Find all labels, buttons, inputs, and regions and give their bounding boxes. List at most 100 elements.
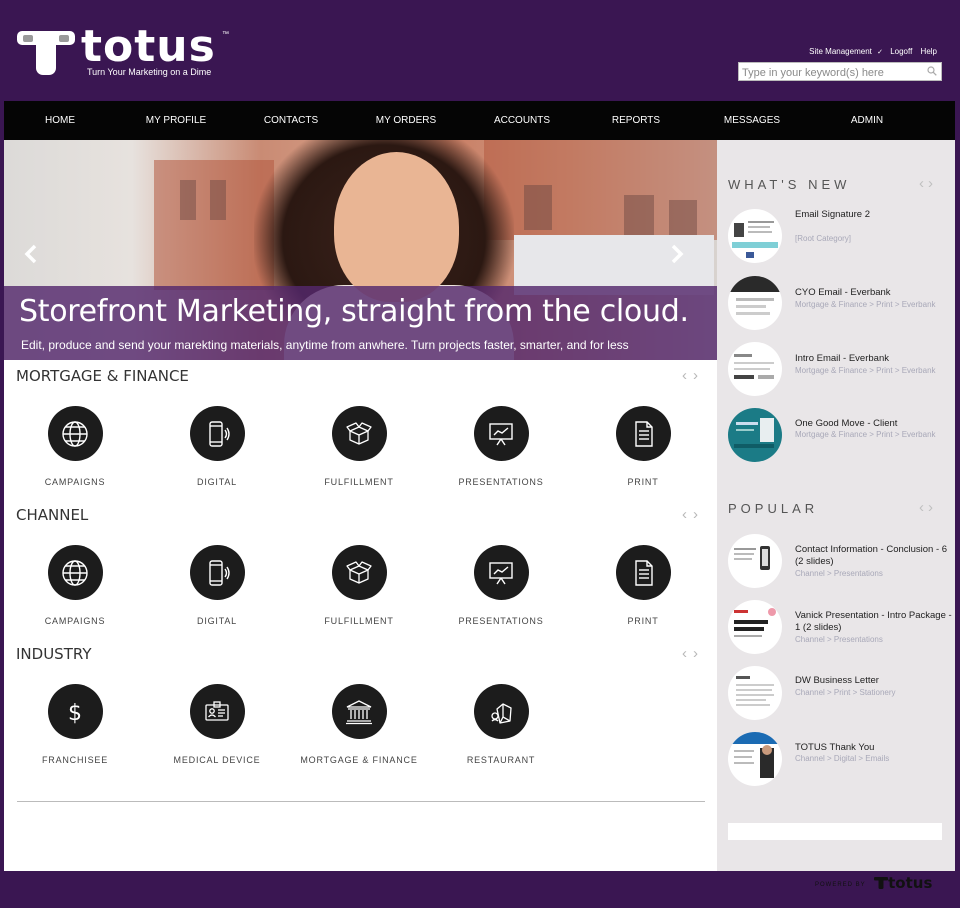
site-management-link[interactable]: Site Management (809, 47, 872, 56)
item-category-path: Channel > Presentations (795, 635, 883, 644)
chevron-right-icon[interactable]: › (693, 367, 698, 384)
chevron-left-icon[interactable]: ‹ (682, 367, 687, 384)
box-icon (331, 545, 387, 600)
chevron-right-icon[interactable]: › (693, 506, 698, 523)
chevron-right-icon[interactable]: › (928, 499, 933, 516)
chevron-left-icon[interactable]: ‹ (682, 645, 687, 662)
totus-logo[interactable]: totus ™ Turn Your Marketing on a Dime (17, 21, 237, 79)
nav-my-profile[interactable]: MY PROFILE (136, 101, 216, 140)
item-category-path: Mortgage & Finance > Print > Everbank (795, 366, 936, 375)
item-name: Intro Email - Everbank (795, 353, 889, 364)
category-tile[interactable]: $ FRANCHISEE (15, 684, 135, 765)
search-icon[interactable] (927, 66, 937, 76)
hero-window (524, 185, 552, 230)
id-card-icon (189, 684, 245, 739)
category-tile[interactable]: MORTGAGE & FINANCE (299, 684, 419, 765)
chevron-left-icon[interactable]: ‹ (919, 499, 924, 516)
item-name: Email Signature 2 (795, 209, 870, 220)
search-input[interactable] (739, 64, 919, 82)
product-thumbnail (728, 209, 782, 263)
popular-item[interactable]: Vanick Presentation - Intro Package - 1 … (728, 600, 954, 656)
chevron-right-icon[interactable]: › (693, 645, 698, 662)
logo-tagline: Turn Your Marketing on a Dime (87, 67, 212, 77)
category-tile[interactable]: PRINT (583, 545, 703, 626)
chevron-left-icon[interactable] (22, 244, 42, 264)
whats-new-carousel-arrows[interactable]: ‹ › (919, 175, 937, 192)
product-thumbnail (728, 732, 782, 786)
category-label: FULFILLMENT (324, 477, 394, 487)
category-tile[interactable]: FULFILLMENT (299, 545, 419, 626)
category-tile[interactable]: CAMPAIGNS (15, 406, 135, 487)
category-tile[interactable]: PRINT (583, 406, 703, 487)
category-tile[interactable]: DIGITAL (157, 545, 277, 626)
nav-contacts[interactable]: CONTACTS (254, 101, 328, 140)
sidebar: WHAT'S NEW ‹ › Email Signature 2 [Root Ca… (717, 140, 955, 871)
popular-item[interactable]: Contact Information - Conclusion - 6 (2 … (728, 534, 954, 590)
category-tile[interactable]: PRESENTATIONS (441, 545, 561, 626)
header: totus ™ Turn Your Marketing on a Dime Si… (0, 0, 960, 101)
takeout-icon (473, 684, 529, 739)
whats-new-item[interactable]: Email Signature 2 [Root Category] (728, 209, 954, 265)
category-tile[interactable]: CAMPAIGNS (15, 545, 135, 626)
globe-icon (47, 406, 103, 461)
item-category-path: Mortgage & Finance > Print > Everbank (795, 300, 936, 309)
logoff-link[interactable]: Logoff (890, 47, 912, 56)
utility-links: Site Management ✓ Logoff Help (807, 47, 937, 56)
hero-window (180, 180, 196, 220)
help-link[interactable]: Help (921, 47, 937, 56)
main-content: Storefront Marketing, straight from the … (4, 140, 717, 871)
main-nav: HOME MY PROFILE CONTACTS MY ORDERS ACCOU… (4, 101, 955, 140)
category-label: MEDICAL DEVICE (173, 755, 261, 765)
category-label: PRINT (627, 477, 659, 487)
item-category-path: Channel > Print > Stationery (795, 688, 896, 697)
category-tile[interactable]: MEDICAL DEVICE (157, 684, 277, 765)
presentation-icon (473, 545, 529, 600)
item-name: One Good Move - Client (795, 418, 898, 429)
category-tile[interactable]: PRESENTATIONS (441, 406, 561, 487)
nav-reports[interactable]: REPORTS (600, 101, 672, 140)
hero-subtitle: Edit, produce and send your marekting ma… (21, 338, 629, 352)
chevron-left-icon[interactable]: ‹ (682, 506, 687, 523)
category-label: FULFILLMENT (324, 616, 394, 626)
section-carousel-arrows[interactable]: ‹ › (682, 506, 704, 523)
category-label: CAMPAIGNS (44, 616, 106, 626)
item-name: CYO Email - Everbank (795, 287, 891, 298)
category-label: CAMPAIGNS (44, 477, 106, 487)
logo-wordmark: totus (81, 21, 216, 72)
totus-logo-mark-icon (17, 31, 75, 75)
chevron-left-icon[interactable]: ‹ (919, 175, 924, 192)
section-carousel-arrows[interactable]: ‹ › (682, 367, 704, 384)
document-icon (615, 406, 671, 461)
product-thumbnail (728, 534, 782, 588)
popular-carousel-arrows[interactable]: ‹ › (919, 499, 937, 516)
popular-item[interactable]: DW Business Letter Channel > Print > Sta… (728, 666, 954, 722)
whats-new-item[interactable]: CYO Email - Everbank Mortgage & Finance … (728, 276, 954, 332)
footer-brand-wordmark: totus (888, 874, 933, 892)
section-carousel-arrows[interactable]: ‹ › (682, 645, 704, 662)
whats-new-item[interactable]: One Good Move - Client Mortgage & Financ… (728, 408, 954, 464)
chevron-right-icon[interactable]: › (928, 175, 933, 192)
search-box (738, 62, 942, 82)
nav-accounts[interactable]: ACCOUNTS (484, 101, 560, 140)
chevron-right-icon[interactable] (666, 244, 686, 264)
category-label: MORTGAGE & FINANCE (300, 755, 418, 765)
category-tile[interactable]: RESTAURANT (441, 684, 561, 765)
nav-home[interactable]: HOME (24, 101, 96, 140)
nav-admin[interactable]: ADMIN (834, 101, 900, 140)
category-tile[interactable]: DIGITAL (157, 406, 277, 487)
hero-window (210, 180, 226, 220)
content-divider (17, 801, 705, 802)
document-icon (615, 545, 671, 600)
popular-item[interactable]: TOTUS Thank You Channel > Digital > Emai… (728, 732, 954, 788)
nav-messages[interactable]: MESSAGES (712, 101, 792, 140)
product-thumbnail (728, 600, 782, 654)
hero-banner: Storefront Marketing, straight from the … (4, 140, 717, 360)
category-tile[interactable]: FULFILLMENT (299, 406, 419, 487)
phone-icon (189, 406, 245, 461)
whats-new-item[interactable]: Intro Email - Everbank Mortgage & Financ… (728, 342, 954, 398)
nav-my-orders[interactable]: MY ORDERS (366, 101, 446, 140)
sidebar-footer-bar (728, 823, 942, 840)
link-separator: ✓ (877, 49, 883, 56)
powered-by[interactable]: POWERED BY totus (815, 874, 932, 893)
item-category-path: Channel > Digital > Emails (795, 754, 890, 763)
